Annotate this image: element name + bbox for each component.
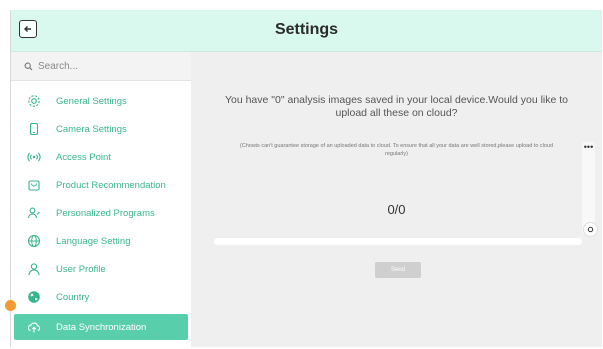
sidebar-item-camera-settings[interactable]: Camera Settings <box>14 116 188 142</box>
search-input[interactable]: Search... <box>11 52 191 81</box>
sidebar-item-label: Product Recommendation <box>56 179 166 191</box>
globe-icon <box>26 233 42 249</box>
ellipsis-icon[interactable]: ••• <box>582 142 595 156</box>
sidebar-item-data-synchronization[interactable]: Data Synchronization <box>14 314 188 340</box>
sidebar-item-label: Camera Settings <box>56 123 127 135</box>
gear-icon <box>26 93 42 109</box>
sidebar-item-label: Country <box>56 291 90 303</box>
sync-note: (Chowis can't guarantee storage of an up… <box>239 143 554 157</box>
sidebar-item-label: Personalized Programs <box>56 207 155 219</box>
search-icon <box>24 62 33 70</box>
header: Settings <box>11 10 602 52</box>
progress-bar <box>214 238 582 245</box>
sidebar-item-label: Language Setting <box>56 235 131 247</box>
sync-message: You have "0" analysis images saved in yo… <box>224 94 569 119</box>
phone-icon <box>26 121 42 137</box>
earth-icon <box>26 289 42 305</box>
sync-icon <box>587 226 594 233</box>
main-content: You have "0" analysis images saved in yo… <box>191 52 602 347</box>
sidebar-item-country[interactable]: Country <box>14 284 188 310</box>
sidebar-item-label: Access Point <box>56 151 111 163</box>
user-edit-icon <box>26 205 42 221</box>
sidebar-item-access-point[interactable]: Access Point <box>14 144 188 170</box>
sidebar-item-general-settings[interactable]: General Settings <box>14 88 188 114</box>
settings-window: Settings Search... General Settings Came… <box>5 10 602 347</box>
sidebar: Search... General Settings Camera Settin… <box>5 52 191 347</box>
page-title: Settings <box>274 21 339 38</box>
sidebar-item-product-recommendation[interactable]: Product Recommendation <box>14 172 188 198</box>
user-icon <box>26 261 42 277</box>
wireless-icon <box>26 149 42 165</box>
bag-icon <box>26 177 42 193</box>
sidebar-item-language-setting[interactable]: Language Setting <box>14 228 188 254</box>
search-placeholder: Search... <box>38 60 79 72</box>
user-profile-indicator <box>5 300 16 311</box>
send-button[interactable]: Send <box>375 262 421 278</box>
sidebar-item-label: General Settings <box>56 95 127 107</box>
sync-counter: 0/0 <box>387 202 406 217</box>
sidebar-item-personalized-programs[interactable]: Personalized Programs <box>14 200 188 226</box>
sidebar-item-label: Data Synchronization <box>56 321 147 333</box>
sidebar-item-user-profile[interactable]: User Profile <box>14 256 188 282</box>
cloud-upload-icon <box>26 319 42 335</box>
floating-button[interactable] <box>583 222 598 237</box>
sidebar-item-label: User Profile <box>56 263 106 275</box>
